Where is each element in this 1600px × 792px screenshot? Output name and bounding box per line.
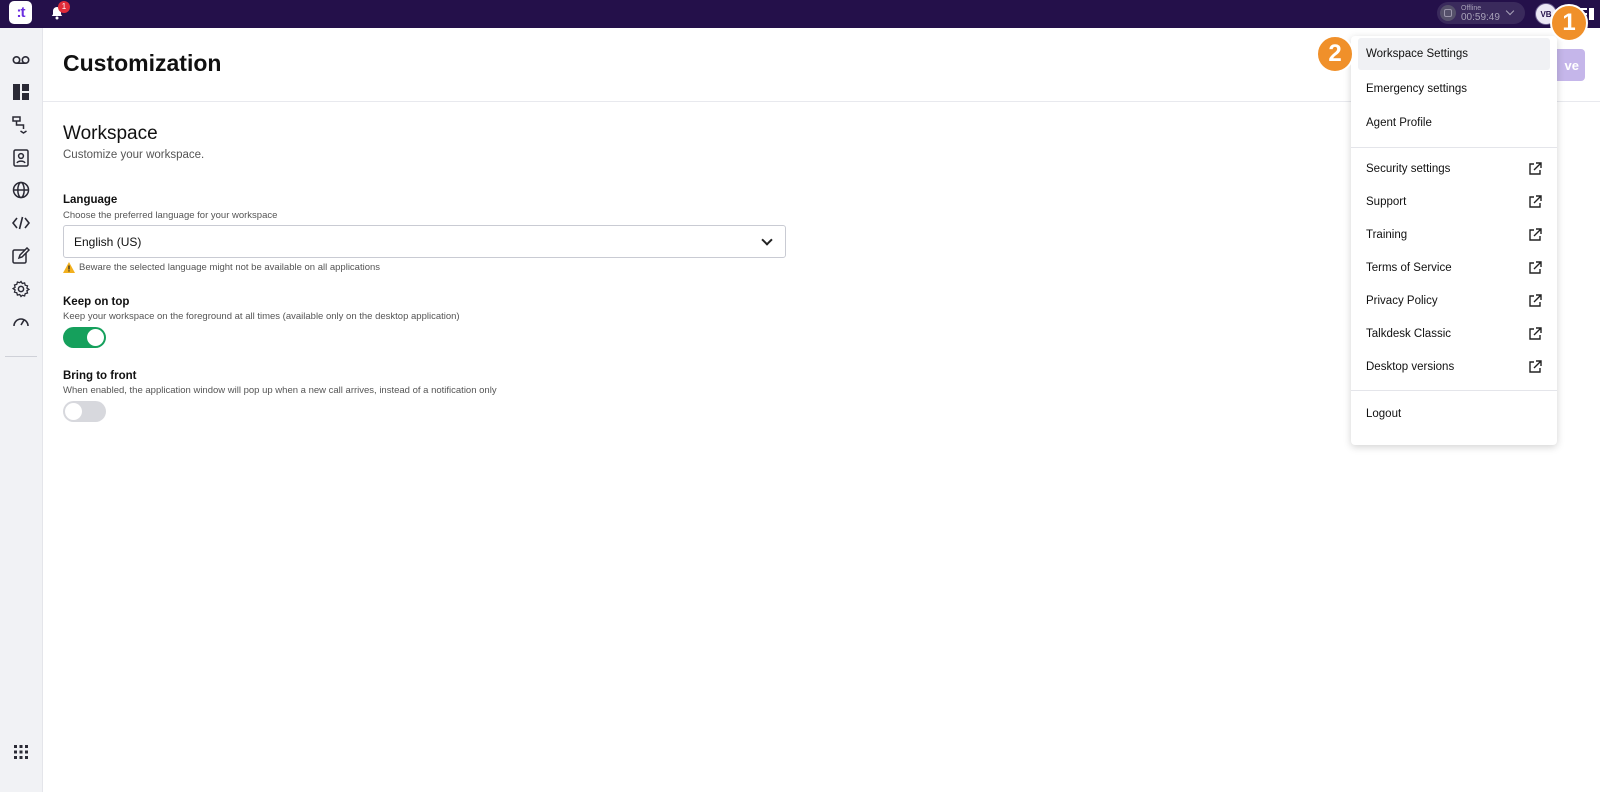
external-link-icon xyxy=(1529,195,1542,208)
settings-icon[interactable] xyxy=(11,279,31,299)
edit-icon[interactable] xyxy=(11,246,31,266)
chevron-down-icon xyxy=(1505,6,1515,16)
external-link-icon xyxy=(1529,360,1542,373)
menu-item-label: Support xyxy=(1366,196,1407,208)
menu-item-desktop-versions[interactable]: Desktop versions xyxy=(1358,351,1550,383)
status-icon xyxy=(1440,5,1456,21)
keep-on-top-label: Keep on top xyxy=(63,296,130,308)
contacts-icon[interactable] xyxy=(11,148,31,168)
menu-item-security-settings[interactable]: Security settings xyxy=(1358,153,1550,185)
warning-icon xyxy=(63,262,75,273)
code-icon[interactable] xyxy=(11,213,31,233)
menu-item-label: Security settings xyxy=(1366,163,1451,175)
section-subtitle: Customize your workspace. xyxy=(63,149,205,161)
top-bar: :t 1 Offline 00:59:49 VB xyxy=(0,0,1600,28)
menu-item-privacy-policy[interactable]: Privacy Policy xyxy=(1358,285,1550,317)
notification-badge: 1 xyxy=(58,1,70,13)
menu-item-emergency-settings[interactable]: Emergency settings xyxy=(1358,73,1550,105)
keep-on-top-toggle[interactable] xyxy=(63,327,106,348)
user-dropdown-menu: Workspace Settings Emergency settings Ag… xyxy=(1351,36,1557,445)
external-link-icon xyxy=(1529,294,1542,307)
keep-on-top-help: Keep your workspace on the foreground at… xyxy=(63,311,460,322)
routing-icon[interactable] xyxy=(11,115,31,135)
language-warning: Beware the selected language might not b… xyxy=(63,262,380,273)
toggle-knob xyxy=(87,329,104,346)
menu-item-terms-of-service[interactable]: Terms of Service xyxy=(1358,252,1550,284)
chevron-down-icon xyxy=(761,234,773,246)
agent-status-selector[interactable]: Offline 00:59:49 xyxy=(1437,2,1525,24)
step-2-marker: 2 xyxy=(1316,35,1354,73)
apps-grid-icon[interactable] xyxy=(11,742,31,762)
warning-text: Beware the selected language might not b… xyxy=(79,262,381,273)
menu-item-label: Desktop versions xyxy=(1366,361,1455,373)
talkdesk-logo[interactable]: :t xyxy=(9,1,32,24)
speedometer-icon[interactable] xyxy=(11,311,31,331)
external-link-icon xyxy=(1529,327,1542,340)
external-link-icon xyxy=(1529,162,1542,175)
menu-divider xyxy=(1351,147,1557,148)
language-value: English (US) xyxy=(74,234,142,249)
menu-item-label: Emergency settings xyxy=(1366,83,1467,95)
external-link-icon xyxy=(1529,261,1542,274)
menu-item-agent-profile[interactable]: Agent Profile xyxy=(1358,107,1550,139)
menu-item-training[interactable]: Training xyxy=(1358,219,1550,251)
toggle-knob xyxy=(65,403,82,420)
menu-item-workspace-settings[interactable]: Workspace Settings xyxy=(1358,38,1550,70)
voicemail-icon[interactable] xyxy=(11,50,31,70)
menu-item-logout[interactable]: Logout xyxy=(1358,398,1550,430)
menu-item-talkdesk-classic[interactable]: Talkdesk Classic xyxy=(1358,318,1550,350)
menu-item-label: Talkdesk Classic xyxy=(1366,328,1451,340)
bring-to-front-help: When enabled, the application window wil… xyxy=(63,385,497,396)
menu-item-label: Privacy Policy xyxy=(1366,295,1438,307)
sidebar-divider xyxy=(5,356,37,357)
external-link-icon xyxy=(1529,228,1542,241)
menu-item-label: Agent Profile xyxy=(1366,117,1432,129)
sidebar xyxy=(0,28,43,792)
language-help: Choose the preferred language for your w… xyxy=(63,210,278,221)
menu-item-support[interactable]: Support xyxy=(1358,186,1550,218)
status-timer: 00:59:49 xyxy=(1461,12,1500,23)
language-label: Language xyxy=(63,194,118,206)
dashboard-icon[interactable] xyxy=(11,82,31,102)
bring-to-front-label: Bring to front xyxy=(63,370,137,382)
menu-item-label: Training xyxy=(1366,229,1408,241)
bring-to-front-toggle[interactable] xyxy=(63,401,106,422)
step-1-marker: 1 xyxy=(1550,4,1588,42)
menu-divider xyxy=(1351,390,1557,391)
page-title: Customization xyxy=(63,50,222,76)
menu-item-label: Workspace Settings xyxy=(1366,48,1469,60)
menu-item-label: Terms of Service xyxy=(1366,262,1452,274)
globe-icon[interactable] xyxy=(11,180,31,200)
language-select[interactable]: English (US) xyxy=(63,225,786,258)
section-title: Workspace xyxy=(63,123,158,144)
menu-item-label: Logout xyxy=(1366,408,1402,420)
